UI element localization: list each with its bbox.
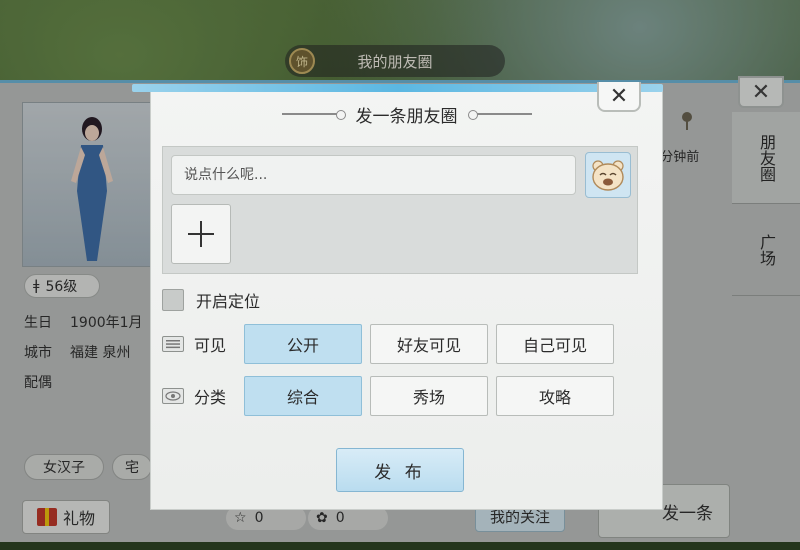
visibility-row: 可见 公开 好友可见 自己可见	[162, 324, 622, 364]
visibility-self-option[interactable]: 自己可见	[496, 324, 614, 364]
category-guide-option[interactable]: 攻略	[496, 376, 614, 416]
category-showcase-option[interactable]: 秀场	[370, 376, 488, 416]
category-label: 分类	[194, 388, 227, 407]
visibility-public-option[interactable]: 公开	[244, 324, 362, 364]
location-label: 开启定位	[196, 292, 261, 311]
category-label-group: 分类	[162, 384, 244, 408]
list-icon	[162, 336, 184, 352]
category-row: 分类 综合 秀场 攻略	[162, 376, 622, 416]
location-toggle-row: 开启定位	[162, 288, 260, 312]
emoji-face-icon	[592, 160, 624, 191]
title-ornament-right-icon	[467, 110, 532, 120]
visibility-label-group: 可见	[162, 332, 244, 356]
eye-icon	[162, 388, 184, 404]
category-general-option[interactable]: 综合	[244, 376, 362, 416]
publish-button[interactable]: 发 布	[336, 448, 464, 492]
location-checkbox[interactable]	[162, 289, 184, 311]
emoji-button[interactable]	[585, 152, 631, 198]
dialog-title: 发一条朋友圈	[150, 100, 663, 128]
visibility-label: 可见	[194, 336, 227, 355]
visibility-friends-option[interactable]: 好友可见	[370, 324, 488, 364]
plus-icon	[188, 221, 214, 247]
dialog-top-border	[132, 84, 663, 92]
title-ornament-left-icon	[281, 110, 346, 120]
add-image-button[interactable]	[171, 204, 231, 264]
dialog-title-text: 发一条朋友圈	[355, 106, 458, 127]
post-text-input[interactable]	[171, 155, 576, 195]
